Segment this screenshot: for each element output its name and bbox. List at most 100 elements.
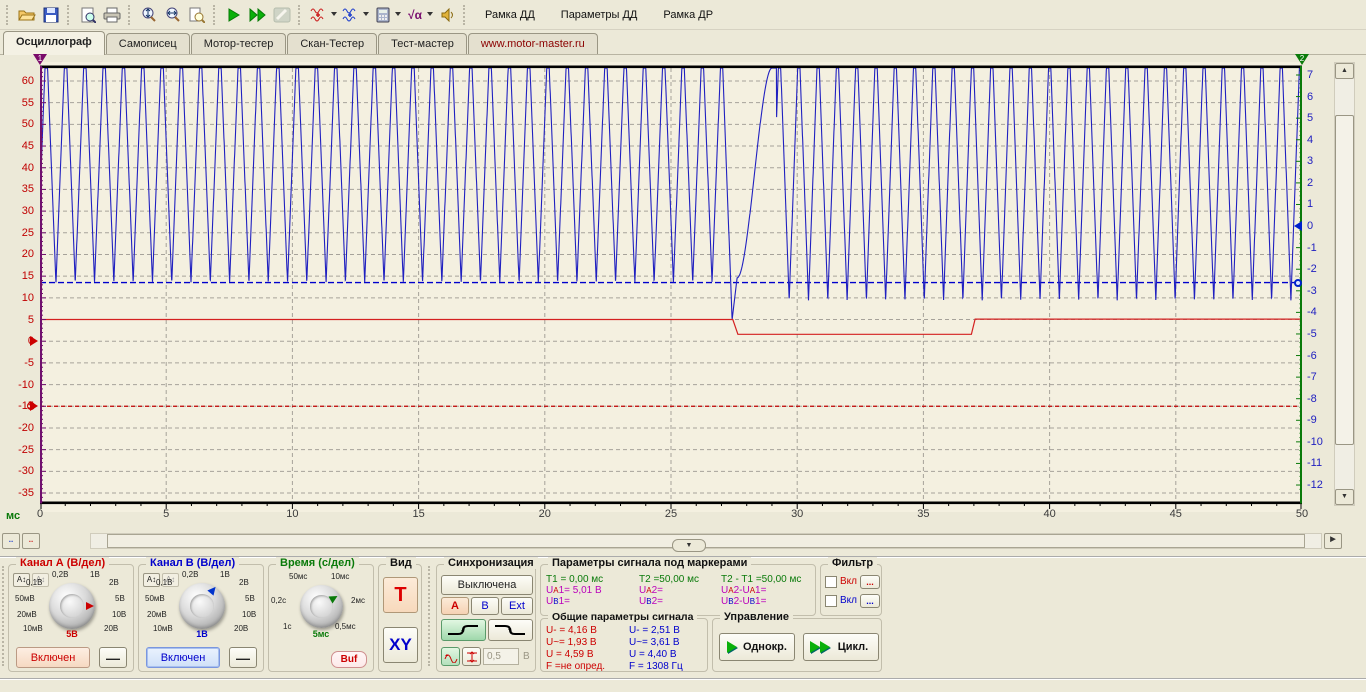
right-axis-tick-label: -3 — [1307, 285, 1317, 297]
tab-website[interactable]: www.motor-master.ru — [468, 33, 598, 54]
channel-b-level-marker[interactable] — [1294, 279, 1302, 287]
sync-source-ext-button[interactable]: Ext — [501, 597, 533, 615]
tab-oscilloscope[interactable]: Осциллограф — [3, 31, 105, 55]
left-axis-tick-label: 20 — [2, 248, 34, 260]
sync-off-button[interactable]: Выключена — [441, 575, 533, 595]
general-params-title: Общие параметры сигнала — [548, 611, 697, 623]
sync-title: Синхронизация — [444, 557, 538, 569]
print-icon[interactable] — [100, 3, 124, 27]
sync-hysteresis-button[interactable] — [462, 647, 481, 666]
left-axis-tick-label: -10 — [2, 379, 34, 391]
knob-pointer — [207, 584, 218, 595]
start-icon[interactable] — [222, 3, 246, 27]
right-axis-tick-label: 1 — [1307, 198, 1313, 210]
tab-recorder[interactable]: Самописец — [106, 33, 190, 54]
channel-a-volts-value: 5В — [66, 629, 78, 639]
horizontal-scroll-thumb[interactable] — [107, 534, 1305, 548]
management-title: Управление — [720, 611, 793, 623]
channel-a-power-button[interactable]: Включен — [16, 647, 90, 668]
start-cycle-icon[interactable] — [246, 3, 270, 27]
zoom-vertical-icon[interactable] — [137, 3, 161, 27]
knob-label: 0,1В — [156, 578, 172, 587]
sync-falling-edge-button[interactable] — [488, 619, 533, 641]
right-axis-tick-label: -2 — [1307, 263, 1317, 275]
sync-level-input[interactable] — [483, 648, 519, 665]
print-preview-icon[interactable] — [76, 3, 100, 27]
sync-level-mode-button[interactable] — [441, 647, 460, 666]
text-part: 2= — [652, 596, 663, 607]
channel-a-zero-marker[interactable] — [30, 336, 38, 346]
scroll-right-button[interactable]: ▶ — [1324, 533, 1342, 549]
right-axis-tick-label: -4 — [1307, 306, 1317, 318]
knob-label: 1В — [90, 570, 100, 579]
channel-a-minus-button[interactable]: — — [99, 647, 127, 668]
scroll-down-button[interactable]: ▼ — [1335, 489, 1354, 505]
filter-b-checkbox[interactable] — [825, 595, 837, 607]
tab-scan-tester[interactable]: Скан-Тестер — [287, 33, 377, 54]
chevron-down-icon[interactable] — [363, 12, 369, 19]
scroll-up-button[interactable]: ▲ — [1335, 63, 1354, 79]
channel-a-volts-knob[interactable] — [49, 583, 95, 629]
sync-rising-edge-button[interactable] — [441, 619, 486, 641]
marker-b-options-button[interactable]: .. — [22, 533, 40, 549]
text-part: 2-U — [734, 596, 750, 607]
channel-b-power-button[interactable]: Включен — [146, 647, 220, 668]
signal-b-icon[interactable] — [339, 3, 363, 27]
channel-b-group: Канал В (В/дел) A↕ A↕ 0,1В 0,2В 1В 2В 50… — [138, 564, 264, 672]
single-run-button[interactable]: Однокр. — [719, 633, 795, 661]
cycle-run-button[interactable]: Цикл. — [803, 633, 879, 661]
vertical-scrollbar[interactable]: ▲ ▼ — [1334, 62, 1355, 506]
edit-disabled-icon — [270, 3, 294, 27]
filter-b-more-button[interactable]: ... — [860, 594, 880, 608]
sync-source-b-button[interactable]: В — [471, 597, 499, 615]
channel-b-zero-marker[interactable] — [1294, 221, 1302, 231]
hysteresis-icon — [465, 651, 479, 663]
right-axis-tick-label: -8 — [1307, 393, 1317, 405]
text-part: 2-U — [734, 585, 750, 596]
view-t-button[interactable]: T — [383, 577, 418, 613]
chevron-down-icon[interactable] — [395, 12, 401, 19]
tab-test-master[interactable]: Тест-мастер — [378, 33, 467, 54]
marker-a-options-button[interactable]: .. — [2, 533, 20, 549]
marker-params-col1: T1 = 0,00 мс UА1= 5,01 В UВ1= — [546, 574, 603, 607]
vertical-scroll-thumb[interactable] — [1335, 115, 1354, 445]
filter-a-more-button[interactable]: ... — [860, 575, 880, 589]
chevron-down-icon[interactable] — [331, 12, 337, 19]
time-value: 5мс — [313, 629, 330, 639]
main-toolbar: √α Рамка ДД Параметры ДД Рамка ДР — [0, 0, 1366, 30]
calculator-icon[interactable] — [371, 3, 395, 27]
open-icon[interactable] — [15, 3, 39, 27]
left-axis-tick-label: 25 — [2, 227, 34, 239]
zoom-page-icon[interactable] — [185, 3, 209, 27]
zoom-horizontal-icon[interactable] — [161, 3, 185, 27]
view-xy-button[interactable]: XY — [383, 627, 418, 663]
channel-a-level-arrow[interactable] — [30, 401, 38, 411]
oscilloscope-area: 1 2 605550454035302520151050-5-10-15-20-… — [0, 55, 1366, 556]
save-icon[interactable] — [39, 3, 63, 27]
signal-a-icon[interactable] — [307, 3, 331, 27]
plot-area[interactable] — [40, 62, 1302, 512]
channel-b-minus-button[interactable]: — — [229, 647, 257, 668]
knob-pointer — [86, 602, 94, 610]
buffer-button[interactable]: Buf — [331, 651, 367, 668]
chevron-down-icon[interactable] — [427, 12, 433, 19]
frame-dd-button[interactable]: Рамка ДД — [472, 4, 548, 26]
frame-dr-button[interactable]: Рамка ДР — [650, 4, 726, 26]
app-window: { "toolbar": { "icons": ["open-icon","sa… — [0, 0, 1366, 692]
time-knob[interactable] — [300, 585, 343, 628]
channel-b-volts-knob[interactable] — [179, 583, 225, 629]
sound-icon[interactable] — [435, 3, 459, 27]
horizontal-scrollbar[interactable] — [90, 533, 1322, 549]
left-axis-tick-label: -30 — [2, 465, 34, 477]
filter-title: Фильтр — [828, 557, 877, 569]
params-dd-button[interactable]: Параметры ДД — [548, 4, 651, 26]
panel-grip[interactable] — [428, 566, 432, 666]
collapse-panel-button[interactable]: ▼ — [672, 539, 706, 552]
ub1-value: UВ1= — [546, 596, 603, 607]
tab-motor-tester[interactable]: Мотор-тестер — [191, 33, 287, 54]
toolbar-grip[interactable] — [6, 5, 11, 25]
sync-source-a-button[interactable]: А — [441, 597, 469, 615]
filter-a-checkbox[interactable] — [825, 576, 837, 588]
math-sqrt-alpha-icon[interactable]: √α — [403, 3, 427, 27]
panel-grip[interactable] — [2, 566, 6, 666]
